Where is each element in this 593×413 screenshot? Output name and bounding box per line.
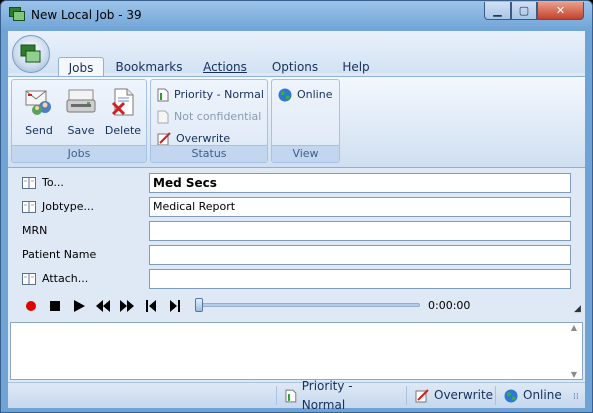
patient-name-field[interactable] [149,245,571,265]
fast-forward-button[interactable] [119,298,135,314]
window-title: New Local Job - 39 [31,8,142,22]
to-label-text: To... [42,176,64,189]
priority-icon [157,88,169,102]
rewind-button[interactable] [95,298,111,314]
online-label: Online [297,88,333,101]
to-label[interactable]: To... [22,173,64,193]
to-field[interactable]: Med Secs [149,173,571,193]
play-icon [74,300,85,312]
tab-jobs[interactable]: Jobs [58,57,104,77]
scroll-up-icon[interactable]: ▲ [571,323,577,332]
mrn-label: MRN [22,224,48,237]
tab-bookmarks[interactable]: Bookmarks [112,57,186,77]
resize-grip-icon[interactable]: ◢ [574,304,581,314]
online-button[interactable]: Online [278,86,332,104]
skip-end-icon [170,300,180,312]
delete-icon [111,88,134,116]
delete-button[interactable]: Delete [102,86,144,137]
play-button[interactable] [71,298,87,314]
status-bar: Priority - Normal Overwrite Online ⁞⁞ [8,379,585,412]
app-logo-icon [20,44,41,63]
skip-start-button[interactable] [143,298,159,314]
status-online-label: Online [523,388,562,402]
status-group: Priority - Normal Not confidential Overw… [150,79,268,163]
address-book-icon [22,177,36,189]
attach-field[interactable] [149,269,571,289]
priority-button[interactable]: Priority - Normal [157,86,264,104]
position-track[interactable] [202,303,420,307]
send-icon [25,90,51,115]
jobtype-label-text: Jobtype... [42,200,95,213]
ribbon-tab-strip: Jobs Bookmarks Actions Options Help [8,31,585,77]
jobs-group-label: Jobs [12,145,146,162]
maximize-icon: ▢ [518,4,530,17]
jobs-group: Send Save Delete Jobs [11,79,147,163]
priority-icon [285,389,297,402]
view-group-label: View [272,145,339,162]
maximize-button[interactable]: ▢ [511,2,537,20]
jobtype-label[interactable]: Jobtype... [22,197,94,217]
record-button[interactable] [23,298,39,314]
tab-actions[interactable]: Actions [196,57,254,77]
status-priority-label: Priority - Normal [301,378,353,412]
notes-textarea[interactable]: ▲ ▼ [10,322,583,380]
skip-end-button[interactable] [167,298,183,314]
patient-name-label: Patient Name [22,248,97,261]
application-button[interactable] [12,35,50,73]
status-overwrite[interactable]: Overwrite [406,386,494,405]
mrn-field[interactable] [149,221,571,241]
overwrite-icon [157,132,171,146]
client-area: Jobs Bookmarks Actions Options Help Send… [8,31,585,412]
rewind-icon [96,300,110,312]
tab-help[interactable]: Help [336,57,376,77]
attach-label[interactable]: Attach... [22,269,88,289]
status-priority[interactable]: Priority - Normal [276,379,398,412]
stop-icon [50,301,60,311]
close-button[interactable]: ✕ [537,2,584,20]
playback-toolbar: 0:00:00 ◢ [8,294,585,318]
title-bar[interactable]: New Local Job - 39 ▁ ▢ ✕ [1,1,592,31]
status-group-label: Status [151,145,267,162]
delete-label: Delete [104,124,142,137]
attach-label-text: Attach... [42,272,89,285]
status-resize-grip-icon[interactable]: ⁞⁞ [573,392,579,402]
skip-start-icon [146,300,156,312]
close-icon: ✕ [555,4,566,17]
app-icon [9,7,25,21]
send-label: Send [25,124,53,137]
app-window: New Local Job - 39 ▁ ▢ ✕ Jobs Bookmarks … [0,0,593,413]
time-readout: 0:00:00 [428,299,471,312]
confidential-button[interactable]: Not confidential [157,108,261,126]
minimize-button[interactable]: ▁ [484,2,511,20]
status-online[interactable]: Online [495,386,565,405]
document-icon [157,110,169,124]
globe-icon [278,88,292,102]
priority-label: Priority - Normal [174,88,264,101]
status-overwrite-label: Overwrite [434,388,494,402]
minimize-icon: ▁ [493,4,502,17]
notes-scrollbar[interactable]: ▲ ▼ [566,323,582,379]
record-icon [26,301,36,311]
globe-icon [504,389,518,402]
save-button[interactable]: Save [60,86,102,137]
address-book-icon [22,273,36,285]
save-label: Save [67,124,95,137]
view-group: Online View [271,79,340,163]
tab-options[interactable]: Options [264,57,326,77]
overwrite-icon [415,388,429,402]
ribbon-panel: Send Save Delete Jobs Priority - Normal … [8,76,585,168]
send-button[interactable]: Send [18,86,60,137]
scroll-down-icon[interactable]: ▼ [571,370,577,379]
position-slider[interactable] [195,298,203,312]
stop-button[interactable] [47,298,63,314]
confidential-label: Not confidential [174,110,262,123]
fast-forward-icon [120,300,134,312]
save-icon [66,89,96,113]
address-book-icon [22,201,36,213]
jobtype-field[interactable]: Medical Report [149,197,571,217]
